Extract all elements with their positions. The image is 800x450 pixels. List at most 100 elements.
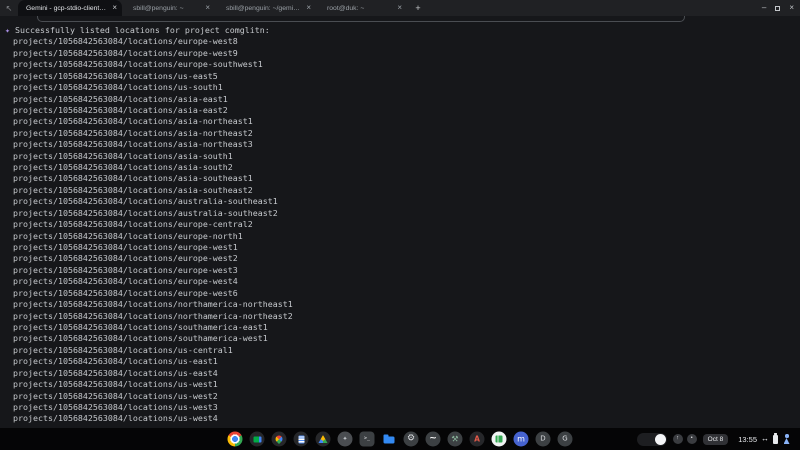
terminal-output-line: projects/1056842563084/locations/europe-…	[5, 59, 800, 70]
clock: 13:55	[738, 435, 757, 444]
tab-close-icon[interactable]: ×	[205, 4, 210, 12]
tab-1[interactable]: Gemini - gcp-stdio-client-rust ×	[18, 0, 122, 16]
status-message: Successfully listed locations for projec…	[15, 25, 270, 36]
window-close-button[interactable]: ×	[789, 4, 794, 12]
terminal-output-line: projects/1056842563084/locations/europe-…	[5, 219, 800, 230]
assistant-glyph: ✦	[342, 436, 347, 442]
messages-glyph: m	[517, 435, 525, 443]
terminal-output-line: projects/1056842563084/locations/us-west…	[5, 379, 800, 390]
notification-badges: ↑•	[673, 434, 697, 444]
notification-badge-icon[interactable]: •	[687, 434, 697, 444]
status-tray: ↑• Oct 8 13:55 ↔	[637, 432, 795, 446]
terminal-output-line: projects/1056842563084/locations/asia-so…	[5, 151, 800, 162]
docs-icon[interactable]	[294, 432, 309, 447]
terminal-menu-icon[interactable]: ↖	[0, 0, 18, 16]
terminal-output-line: projects/1056842563084/locations/europe-…	[5, 48, 800, 59]
dev-tools-icon[interactable]: ⚒	[448, 432, 463, 447]
app-d-icon[interactable]: D	[536, 432, 551, 447]
terminal-output-line: projects/1056842563084/locations/europe-…	[5, 288, 800, 299]
tab-label: Gemini - gcp-stdio-client-rust	[26, 5, 106, 12]
terminal-output-line: projects/1056842563084/locations/europe-…	[5, 231, 800, 242]
terminal-glyph: >_	[364, 437, 370, 442]
terminal-output-line: projects/1056842563084/locations/austral…	[5, 196, 800, 207]
terminal-output-line: projects/1056842563084/locations/europe-…	[5, 36, 800, 47]
shelf: ✦>_⚙~⚒AmDG ↑• Oct 8 13:55 ↔	[0, 428, 800, 450]
tab-4[interactable]: root@duk: ~ ×	[319, 0, 407, 16]
terminal-output-line: projects/1056842563084/locations/us-west…	[5, 402, 800, 413]
terminal-output-line: projects/1056842563084/locations/asia-so…	[5, 185, 800, 196]
terminal-output-line: projects/1056842563084/locations/us-west…	[5, 391, 800, 402]
terminal-output-line: projects/1056842563084/locations/us-east…	[5, 368, 800, 379]
android-studio-glyph: A	[474, 435, 480, 443]
terminal-output-line: projects/1056842563084/locations/us-east…	[5, 71, 800, 82]
terminal-output-line: projects/1056842563084/locations/europe-…	[5, 253, 800, 264]
terminal-output-line: projects/1056842563084/locations/us-cent…	[5, 345, 800, 356]
drive-icon[interactable]	[316, 432, 331, 447]
new-tab-button[interactable]: +	[410, 0, 426, 16]
terminal-status-line: ✦ Successfully listed locations for proj…	[5, 25, 800, 36]
tab-3[interactable]: sbill@penguin: ~/gemini-cli-codes ×	[218, 0, 316, 16]
terminal-output-line: projects/1056842563084/locations/us-east…	[5, 356, 800, 367]
terminal-output-line: projects/1056842563084/locations/asia-ea…	[5, 105, 800, 116]
terminal-output-area[interactable]: ✦ Successfully listed locations for proj…	[0, 16, 800, 428]
maps-icon[interactable]	[272, 432, 287, 447]
tab-close-icon[interactable]: ×	[397, 4, 402, 12]
toggle-knob-icon	[655, 434, 666, 445]
terminal-output-line: projects/1056842563084/locations/southam…	[5, 322, 800, 333]
terminal-output-line: projects/1056842563084/locations/asia-so…	[5, 162, 800, 173]
ethernet-icon: ↔	[761, 435, 769, 443]
shelf-app-list: ✦ >_ ⚙ ~ ⚒ Am D G	[228, 432, 573, 447]
terminal-output-line: projects/1056842563084/locations/asia-ea…	[5, 94, 800, 105]
gemini-input-box-border	[37, 16, 685, 22]
files-icon[interactable]	[382, 432, 397, 447]
terminal-output-line: projects/1056842563084/locations/us-sout…	[5, 82, 800, 93]
battery-icon	[773, 435, 778, 444]
tab-close-icon[interactable]: ×	[306, 4, 311, 12]
meet-icon[interactable]	[250, 432, 265, 447]
terminal-output-line: projects/1056842563084/locations/northam…	[5, 311, 800, 322]
tab-close-icon[interactable]: ×	[112, 4, 117, 12]
window-minimize-button[interactable]: –	[762, 4, 766, 12]
locations-list: projects/1056842563084/locations/europe-…	[5, 36, 800, 424]
tab-2[interactable]: sbill@penguin: ~ ×	[125, 0, 215, 16]
gemini-star-icon: ✦	[5, 25, 10, 36]
terminal-output-line: projects/1056842563084/locations/asia-no…	[5, 139, 800, 150]
window-maximize-button[interactable]	[775, 6, 780, 11]
app-g-icon[interactable]: G	[558, 432, 573, 447]
terminal-output-line: projects/1056842563084/locations/us-west…	[5, 413, 800, 424]
sheets-icon[interactable]	[492, 432, 507, 447]
terminal-output-line: projects/1056842563084/locations/northam…	[5, 299, 800, 310]
toggle-pill[interactable]	[637, 433, 667, 446]
terminal-output-line: projects/1056842563084/locations/austral…	[5, 208, 800, 219]
date-pill[interactable]: Oct 8	[703, 434, 729, 445]
terminal-icon[interactable]: >_	[360, 432, 375, 447]
messages-icon[interactable]: m	[514, 432, 529, 447]
chromeos-desktop: ↖ Gemini - gcp-stdio-client-rust×sbill@p…	[0, 0, 800, 450]
terminal-output-line: projects/1056842563084/locations/southam…	[5, 333, 800, 344]
tab-strip: Gemini - gcp-stdio-client-rust×sbill@pen…	[18, 0, 410, 16]
app-d-glyph: D	[540, 436, 545, 443]
settings-glyph: ⚙	[407, 435, 415, 444]
terminal-tab-bar: ↖ Gemini - gcp-stdio-client-rust×sbill@p…	[0, 0, 800, 16]
accessibility-icon	[782, 434, 791, 444]
trends-glyph: ~	[429, 435, 437, 444]
terminal-output-line: projects/1056842563084/locations/asia-no…	[5, 116, 800, 127]
terminal-output-line: projects/1056842563084/locations/europe-…	[5, 265, 800, 276]
tab-label: sbill@penguin: ~	[133, 5, 199, 12]
quick-settings-button[interactable]: 13:55 ↔	[734, 432, 795, 446]
window-controls: – ×	[762, 0, 794, 16]
chrome-icon[interactable]	[228, 432, 243, 447]
dev-tools-glyph: ⚒	[451, 435, 458, 443]
terminal-output-line: projects/1056842563084/locations/europe-…	[5, 276, 800, 287]
terminal-output-line: projects/1056842563084/locations/asia-so…	[5, 173, 800, 184]
tab-label: sbill@penguin: ~/gemini-cli-codes	[226, 5, 300, 12]
tab-label: root@duk: ~	[327, 5, 391, 12]
trends-icon[interactable]: ~	[426, 432, 441, 447]
notification-badge-icon[interactable]: ↑	[673, 434, 683, 444]
terminal-output-line: projects/1056842563084/locations/asia-no…	[5, 128, 800, 139]
app-g-glyph: G	[562, 436, 567, 443]
android-studio-icon[interactable]: A	[470, 432, 485, 447]
settings-icon[interactable]: ⚙	[404, 432, 419, 447]
assistant-icon[interactable]: ✦	[338, 432, 353, 447]
terminal-output-line: projects/1056842563084/locations/europe-…	[5, 242, 800, 253]
